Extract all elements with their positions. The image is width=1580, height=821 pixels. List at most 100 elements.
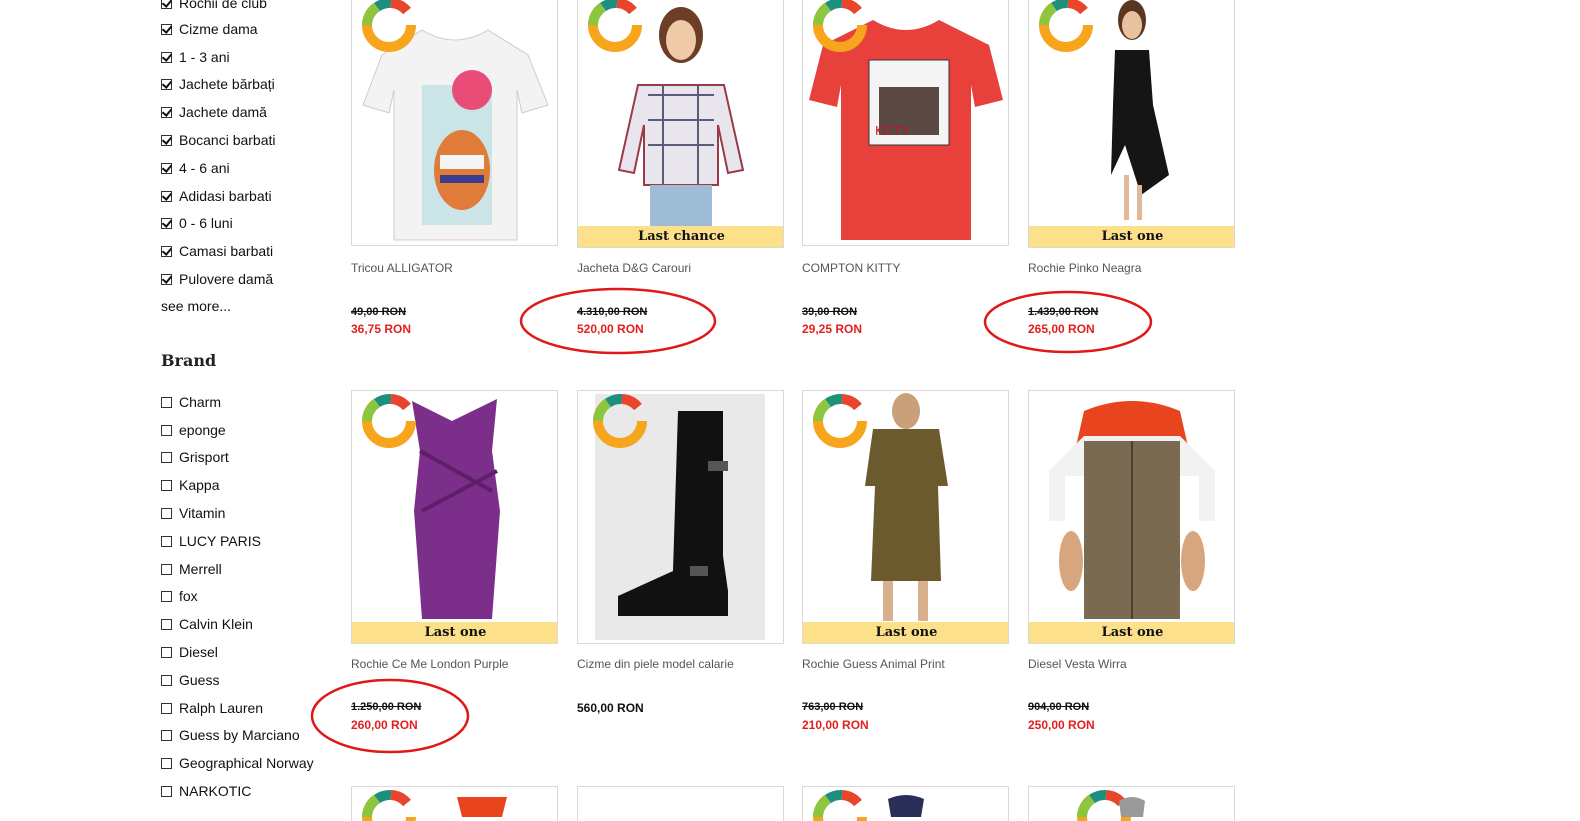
- checkbox-unchecked[interactable]: [161, 729, 172, 741]
- stock-badge: Last chance: [578, 226, 783, 247]
- checkbox-unchecked[interactable]: [161, 757, 172, 769]
- sale-price: 265,00 RON: [1028, 322, 1095, 336]
- checkbox-unchecked[interactable]: [161, 563, 172, 575]
- checkbox-checked[interactable]: [161, 51, 172, 63]
- checkbox-unchecked[interactable]: [161, 702, 172, 714]
- product-image[interactable]: [577, 786, 784, 821]
- checkbox-unchecked[interactable]: [161, 535, 172, 547]
- brand-logo-icon: [362, 0, 416, 52]
- old-price: 49,00 RON: [351, 306, 407, 318]
- annotation-circle: [310, 678, 470, 754]
- brand-logo-icon: [362, 394, 416, 448]
- product-image[interactable]: [351, 786, 558, 821]
- product-image[interactable]: Last one: [1028, 390, 1235, 644]
- brand-item[interactable]: Vitamin: [161, 503, 225, 523]
- brand-item[interactable]: Geographical Norway: [161, 753, 314, 773]
- sale-price: 260,00 RON: [351, 718, 418, 732]
- product-name[interactable]: Cizme din piele model calarie: [577, 657, 734, 671]
- product-image[interactable]: [1028, 786, 1235, 821]
- filter-item[interactable]: Adidasi barbati: [161, 186, 272, 206]
- old-price: 1.250,00 RON: [351, 701, 422, 713]
- brand-item[interactable]: Merrell: [161, 559, 222, 579]
- brand-item[interactable]: LUCY PARIS: [161, 531, 261, 551]
- product-name[interactable]: Jacheta D&G Carouri: [577, 261, 691, 275]
- filter-item[interactable]: Rochii de club: [161, 0, 267, 13]
- checkbox-checked[interactable]: [161, 162, 172, 174]
- brand-item[interactable]: eponge: [161, 420, 226, 440]
- brand-item[interactable]: Ralph Lauren: [161, 698, 263, 718]
- checkbox-unchecked[interactable]: [161, 479, 172, 491]
- filter-item[interactable]: 4 - 6 ani: [161, 158, 230, 178]
- brand-logo-icon: [588, 0, 642, 52]
- brand-item[interactable]: Kappa: [161, 475, 219, 495]
- checkbox-unchecked[interactable]: [161, 590, 172, 602]
- brand-item[interactable]: NARKOTIC: [161, 781, 251, 801]
- brand-logo-icon: [813, 0, 867, 52]
- filter-item[interactable]: Cizme dama: [161, 19, 258, 39]
- product-image[interactable]: Last chance: [577, 0, 784, 248]
- stock-badge: Last one: [1029, 622, 1234, 643]
- checkbox-checked[interactable]: [161, 273, 172, 285]
- sale-price: 520,00 RON: [577, 322, 644, 336]
- product-image[interactable]: Last one: [351, 390, 558, 644]
- navy-garment-icon: [888, 795, 924, 817]
- checkbox-checked[interactable]: [161, 245, 172, 257]
- checkbox-checked[interactable]: [161, 78, 172, 90]
- checkbox-unchecked[interactable]: [161, 646, 172, 658]
- stock-badge: Last one: [803, 622, 1008, 643]
- sale-price: 29,25 RON: [802, 322, 863, 336]
- product-name[interactable]: Rochie Ce Me London Purple: [351, 657, 508, 671]
- brand-logo-icon: [1039, 0, 1093, 52]
- grey-garment-icon: [1119, 797, 1145, 817]
- filter-item[interactable]: 1 - 3 ani: [161, 47, 230, 67]
- brand-item[interactable]: Charm: [161, 392, 221, 412]
- checkbox-unchecked[interactable]: [161, 785, 172, 797]
- checkbox-unchecked[interactable]: [161, 396, 172, 408]
- checkbox-checked[interactable]: [161, 190, 172, 202]
- stock-badge: Last one: [1029, 226, 1234, 247]
- product-image[interactable]: Last one: [1028, 0, 1235, 248]
- old-price: 1.439,00 RON: [1028, 306, 1099, 318]
- brand-logo-icon: [813, 394, 867, 448]
- checkbox-unchecked[interactable]: [161, 618, 172, 630]
- product-name[interactable]: COMPTON KITTY: [802, 261, 900, 275]
- checkbox-checked[interactable]: [161, 106, 172, 118]
- filter-item[interactable]: Bocanci barbati: [161, 130, 276, 150]
- product-image[interactable]: KITTY: [802, 0, 1009, 246]
- checkbox-checked[interactable]: [161, 23, 172, 35]
- see-more-link[interactable]: see more...: [161, 298, 231, 314]
- product-image[interactable]: [351, 0, 558, 246]
- brand-heading: Brand: [161, 351, 217, 370]
- product-image[interactable]: [802, 786, 1009, 821]
- old-price: 904,00 RON: [1028, 701, 1090, 713]
- brand-item[interactable]: Calvin Klein: [161, 614, 253, 634]
- product-name[interactable]: Diesel Vesta Wirra: [1028, 657, 1127, 671]
- brand-item[interactable]: Grisport: [161, 447, 229, 467]
- filter-item[interactable]: Pulovere damă: [161, 269, 273, 289]
- stock-badge: Last one: [352, 622, 557, 643]
- checkbox-checked[interactable]: [161, 0, 172, 9]
- old-price: 4.310,00 RON: [577, 306, 648, 318]
- checkbox-unchecked[interactable]: [161, 507, 172, 519]
- brand-item[interactable]: Diesel: [161, 642, 218, 662]
- filter-item[interactable]: 0 - 6 luni: [161, 213, 233, 233]
- product-name[interactable]: Rochie Guess Animal Print: [802, 657, 945, 671]
- filter-item[interactable]: Jachete bărbați: [161, 74, 275, 94]
- sale-price: 210,00 RON: [802, 718, 869, 732]
- checkbox-checked[interactable]: [161, 134, 172, 146]
- product-image[interactable]: Last one: [802, 390, 1009, 644]
- checkbox-unchecked[interactable]: [161, 674, 172, 686]
- brand-item[interactable]: Guess: [161, 670, 219, 690]
- product-name[interactable]: Rochie Pinko Neagra: [1028, 261, 1141, 275]
- filter-item[interactable]: Jachete damă: [161, 102, 267, 122]
- product-image[interactable]: [577, 390, 784, 644]
- price: 560,00 RON: [577, 701, 644, 715]
- product-name[interactable]: Tricou ALLIGATOR: [351, 261, 453, 275]
- checkbox-unchecked[interactable]: [161, 451, 172, 463]
- brand-item[interactable]: Guess by Marciano: [161, 725, 300, 745]
- svg-text:KITTY: KITTY: [875, 124, 909, 138]
- checkbox-checked[interactable]: [161, 217, 172, 229]
- brand-item[interactable]: fox: [161, 586, 198, 606]
- checkbox-unchecked[interactable]: [161, 424, 172, 436]
- filter-item[interactable]: Camasi barbati: [161, 241, 273, 261]
